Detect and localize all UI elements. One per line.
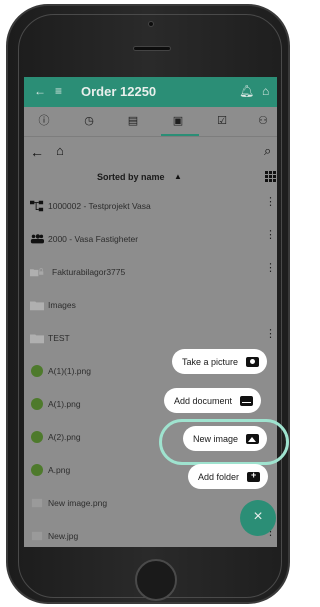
- list-item-name: 2000 - Vasa Fastigheter: [48, 234, 139, 244]
- users-icon: [30, 234, 44, 244]
- folder-icon: [30, 301, 44, 311]
- arrow-left-icon[interactable]: ←: [34, 84, 46, 98]
- image-thumb-icon: [31, 464, 43, 476]
- add-folder-label: Add folder: [198, 471, 240, 482]
- image-thumb-icon: [31, 431, 43, 443]
- add-document-button[interactable]: Add document: [164, 388, 262, 413]
- tab-users-icon[interactable]: ⚇: [255, 113, 271, 129]
- tab-checkbox-icon[interactable]: ☑: [214, 113, 230, 129]
- list-item-name: A(1)(1).png: [48, 366, 91, 376]
- hamburger-icon[interactable]: ≡: [55, 84, 62, 98]
- image-thumb-icon: [31, 531, 43, 541]
- bell-icon[interactable]: 🔔︎: [239, 84, 254, 98]
- take-picture-label: Take a picture: [182, 356, 239, 367]
- page-title: Order 12250: [81, 84, 157, 99]
- list-item-name: 1000002 - Testprojekt Vasa: [48, 201, 151, 211]
- more-options-icon[interactable]: ⋮: [265, 329, 276, 340]
- list-item-name: A.png: [48, 465, 71, 475]
- list-item-name: New.jpg: [48, 531, 79, 541]
- camera-icon: [246, 356, 260, 367]
- tab-bar: ⓘ ◷ ▤ ▣ ☑ ⚇: [24, 107, 277, 137]
- list-item-name: Images: [48, 300, 76, 310]
- tab-info-icon[interactable]: ⓘ: [36, 113, 52, 129]
- take-picture-button[interactable]: Take a picture: [172, 349, 268, 374]
- new-image-button[interactable]: New image: [183, 426, 268, 451]
- more-options-icon[interactable]: ⋮: [265, 230, 276, 241]
- sort-label[interactable]: Sorted by name: [97, 172, 165, 182]
- tab-image-icon[interactable]: ▣: [170, 113, 186, 129]
- list-item-name: Fakturabilagor3775: [52, 267, 126, 277]
- tab-divider: [24, 136, 277, 137]
- image-thumb-icon: [31, 498, 43, 508]
- new-image-label: New image: [193, 433, 239, 444]
- earpiece-speaker: [133, 46, 171, 51]
- search-icon[interactable]: ⌕: [264, 143, 271, 159]
- image-icon: [246, 433, 260, 444]
- grid-icon[interactable]: [265, 171, 276, 182]
- list-item[interactable]: Images: [24, 290, 277, 323]
- arrow-left-icon[interactable]: ←: [30, 144, 44, 160]
- document-icon: [240, 395, 254, 406]
- close-icon: ×: [253, 508, 263, 525]
- list-item-name: TEST: [48, 333, 70, 343]
- list-item[interactable]: 1000002 - Testprojekt Vasa ⋮: [24, 191, 277, 224]
- close-fab-button[interactable]: ×: [240, 500, 276, 536]
- list-item-name: New image.png: [48, 498, 108, 508]
- image-thumb-icon: [31, 365, 43, 377]
- home-icon[interactable]: ⌂: [56, 143, 64, 158]
- project-tree-icon: [30, 200, 44, 212]
- add-folder-button[interactable]: Add folder: [188, 464, 269, 489]
- list-item[interactable]: 2000 - Vasa Fastigheter ⋮: [24, 224, 277, 257]
- front-camera: [148, 21, 154, 27]
- more-options-icon[interactable]: ⋮: [265, 263, 276, 274]
- more-options-icon[interactable]: ⋮: [265, 197, 276, 208]
- tab-clock-icon[interactable]: ◷: [81, 113, 97, 129]
- list-item-name: A(2).png: [48, 432, 81, 442]
- home-icon[interactable]: ⌂: [262, 84, 269, 98]
- list-item[interactable]: Fakturabilagor3775 ⋮: [24, 257, 277, 290]
- image-thumb-icon: [31, 398, 43, 410]
- sort-arrow-icon[interactable]: ▲: [174, 172, 182, 181]
- folder-icon: [30, 334, 44, 344]
- tab-clipboard-icon[interactable]: ▤: [125, 113, 141, 129]
- folder-plus-icon: [247, 470, 261, 482]
- folder-lock-icon: [30, 268, 44, 277]
- list-item-name: A(1).png: [48, 399, 81, 409]
- add-document-label: Add document: [174, 395, 233, 406]
- phone-home-button[interactable]: [135, 559, 177, 601]
- app-header: ← ≡ Order 12250 🔔︎ ⌂: [24, 77, 277, 107]
- list-item[interactable]: New.jpg ⋮: [24, 521, 277, 547]
